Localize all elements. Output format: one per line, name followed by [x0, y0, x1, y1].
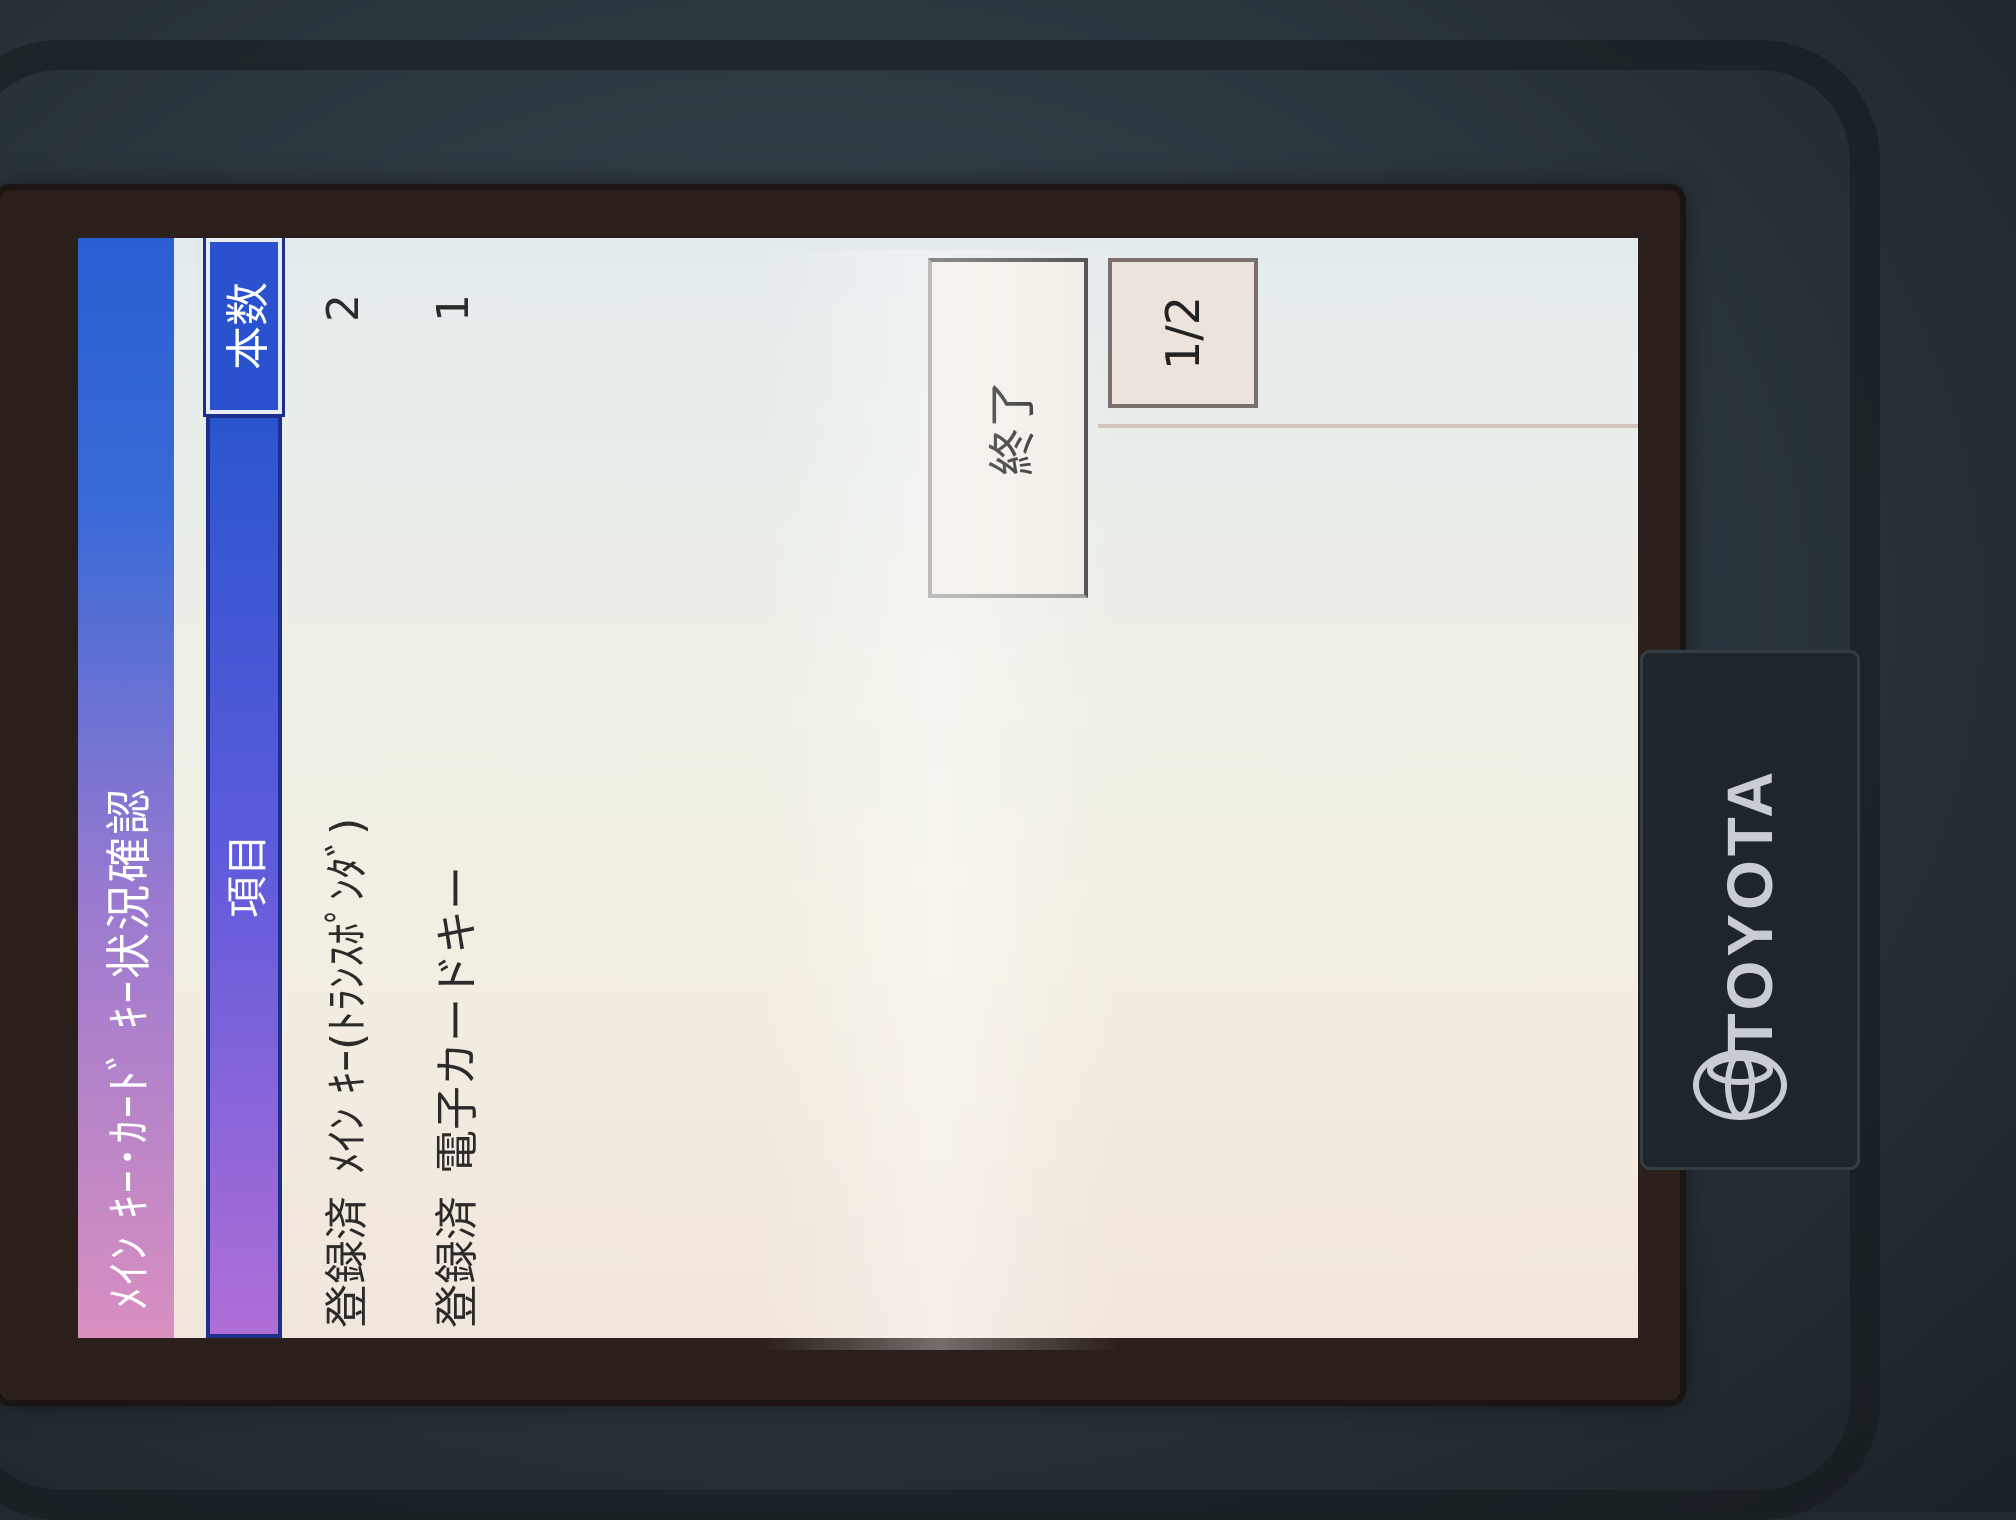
row-label: ﾒｲﾝ ｷｰ(ﾄﾗﾝｽﾎﾟﾝﾀﾞ) [322, 817, 373, 1174]
title-bar: ﾒｲﾝ ｷｰ･ｶｰﾄﾞ ｷｰ状況確認 [78, 238, 174, 1338]
page-title: ﾒｲﾝ ｷｰ･ｶｰﾄﾞ ｷｰ状況確認 [102, 786, 156, 1310]
column-header-count[interactable]: 本数 [204, 238, 284, 421]
row-count: 1 [427, 294, 479, 322]
toyota-logo-icon [1690, 1040, 1790, 1130]
page-indicator[interactable]: 1/2 [1108, 258, 1258, 408]
row-status: 登録済 [322, 1196, 373, 1328]
display-screen: ﾒｲﾝ ｷｰ･ｶｰﾄﾞ ｷｰ状況確認 項目 本数 登録済 ﾒｲﾝ ｷｰ(ﾄﾗﾝｽ… [78, 238, 1638, 1338]
row-count: 2 [317, 294, 369, 322]
page-divider [1098, 424, 1638, 428]
end-button[interactable]: 終了 [928, 258, 1088, 598]
row-status: 登録済 [432, 1196, 483, 1328]
column-header-item: 項目 [206, 414, 282, 1338]
list-item[interactable]: 登録済 ﾒｲﾝ ｷｰ(ﾄﾗﾝｽﾎﾟﾝﾀﾞ) 2 [303, 248, 383, 1328]
row-label: 電子カードキー [432, 866, 483, 1174]
list-item[interactable]: 登録済 電子カードキー 1 [413, 248, 493, 1328]
table-header: 項目 本数 [204, 238, 284, 1338]
